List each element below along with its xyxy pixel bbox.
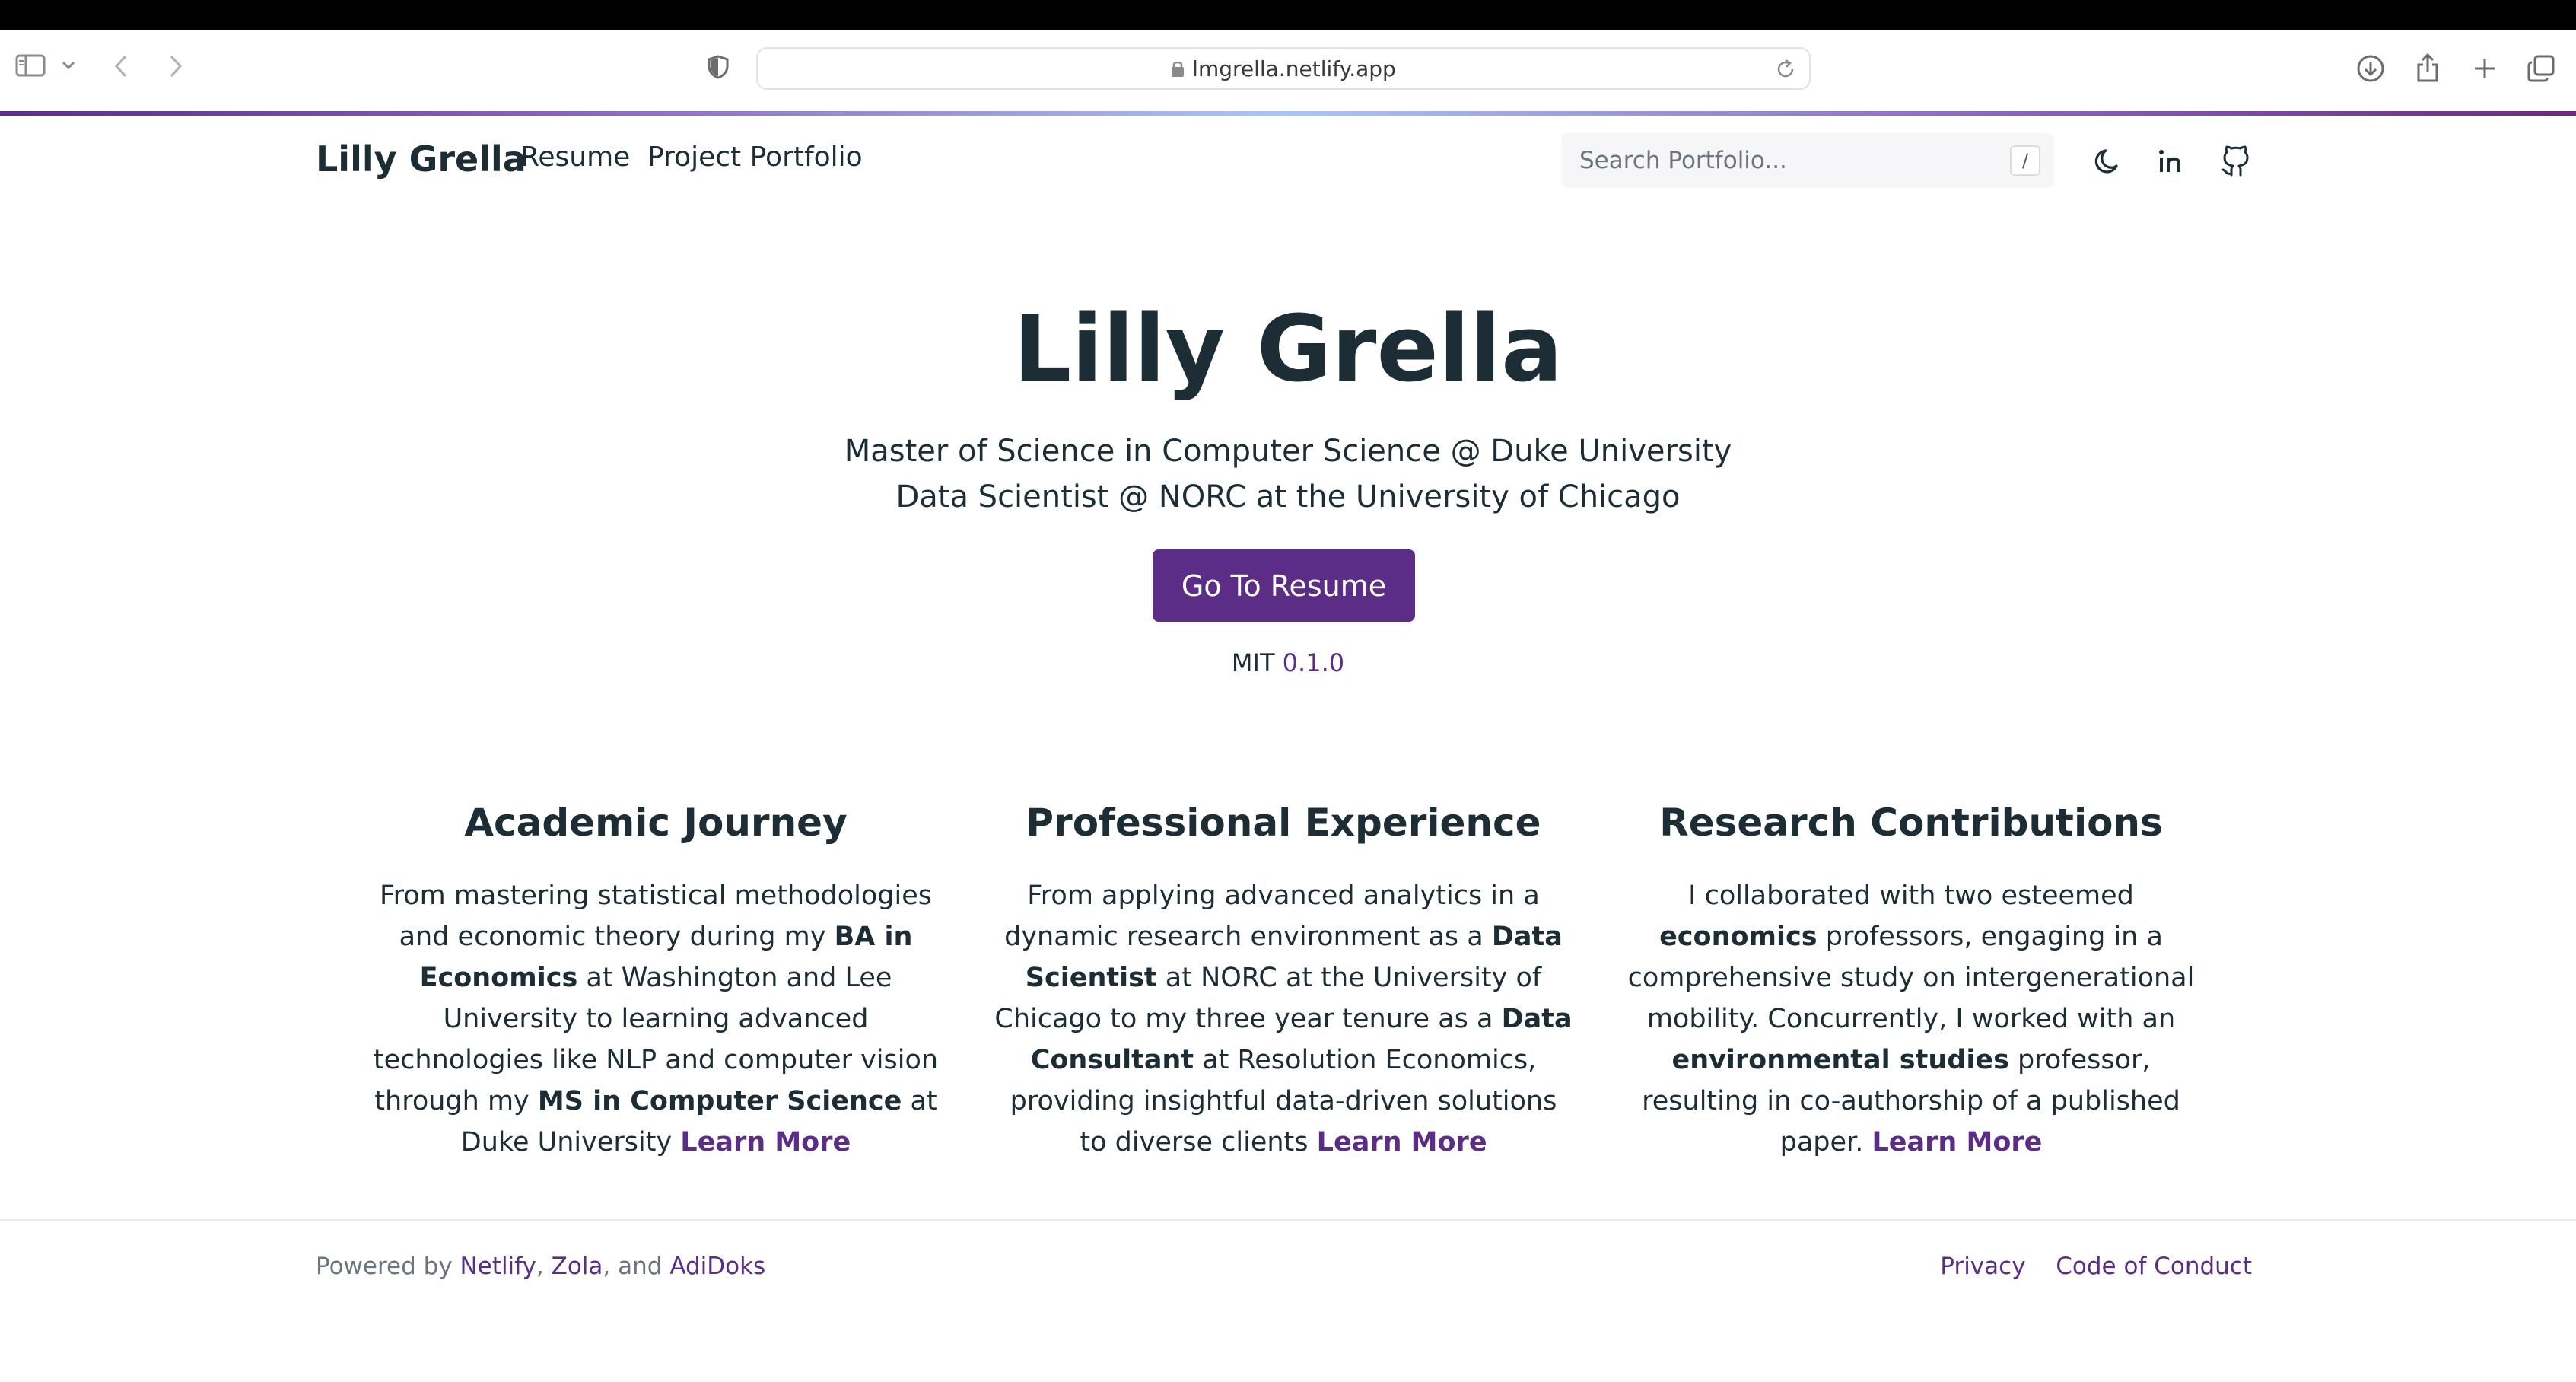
feature-title: Academic Journey bbox=[464, 801, 848, 845]
share-icon[interactable] bbox=[2413, 52, 2442, 84]
nav-link-portfolio[interactable]: Project Portfolio bbox=[647, 142, 863, 173]
forward-icon[interactable] bbox=[164, 53, 187, 79]
feature-research: Research Contributions I collaborated wi… bbox=[1622, 801, 2200, 1163]
search-shortcut-key: / bbox=[2010, 145, 2040, 176]
hero-title: Lilly Grella bbox=[1013, 297, 1563, 403]
feature-title: Research Contributions bbox=[1659, 801, 2163, 845]
footer-divider bbox=[0, 1219, 2576, 1221]
window-top-bar bbox=[0, 0, 2576, 30]
url-text: lmgrella.netlify.app bbox=[1192, 56, 1396, 81]
feature-text: From mastering statistical methodologies… bbox=[373, 880, 939, 1158]
address-bar[interactable]: lmgrella.netlify.app bbox=[756, 47, 1811, 90]
footer-links: Privacy Code of Conduct bbox=[1940, 1253, 2252, 1280]
lock-icon bbox=[1171, 59, 1185, 78]
feature-text: From applying advanced analytics in a dy… bbox=[994, 880, 1573, 1158]
feature-academic: Academic Journey From mastering statisti… bbox=[367, 801, 945, 1163]
zola-link[interactable]: Zola bbox=[552, 1253, 603, 1280]
learn-more-link[interactable]: Learn More bbox=[1872, 1127, 2042, 1158]
feature-title: Professional Experience bbox=[1026, 801, 1541, 845]
privacy-link[interactable]: Privacy bbox=[1940, 1253, 2025, 1280]
footer-credits: Powered by Netlify, Zola, and AdiDoks bbox=[316, 1253, 766, 1280]
hero-subtitle-job: Data Scientist @ NORC at the University … bbox=[895, 479, 1681, 514]
github-icon[interactable] bbox=[2220, 145, 2252, 181]
learn-more-link[interactable]: Learn More bbox=[1317, 1127, 1487, 1158]
shield-icon[interactable] bbox=[706, 55, 730, 79]
learn-more-link[interactable]: Learn More bbox=[680, 1127, 851, 1158]
netlify-link[interactable]: Netlify bbox=[460, 1253, 536, 1280]
hero-subtitle-degree: Master of Science in Computer Science @ … bbox=[844, 434, 1732, 469]
moon-icon[interactable] bbox=[2094, 146, 2124, 180]
site-brand[interactable]: Lilly Grella bbox=[316, 139, 526, 180]
license-version: MIT 0.1.0 bbox=[0, 648, 2576, 677]
go-to-resume-button[interactable]: Go To Resume bbox=[1153, 549, 1415, 622]
reload-icon[interactable] bbox=[1774, 58, 1797, 81]
license-label: MIT bbox=[1231, 648, 1275, 677]
feature-text: I collaborated with two esteemed economi… bbox=[1627, 880, 2195, 1158]
version-link[interactable]: 0.1.0 bbox=[1283, 648, 1344, 677]
nav-link-resume[interactable]: Resume bbox=[520, 142, 630, 173]
progress-gradient-line bbox=[0, 111, 2576, 116]
chevron-down-icon[interactable] bbox=[61, 59, 76, 72]
tabs-icon[interactable] bbox=[2526, 53, 2556, 84]
search-input[interactable]: Search Portfolio... / bbox=[1561, 133, 2054, 188]
code-of-conduct-link[interactable]: Code of Conduct bbox=[2056, 1253, 2252, 1280]
linkedin-icon[interactable] bbox=[2156, 146, 2186, 180]
new-tab-icon[interactable] bbox=[2471, 55, 2498, 82]
back-icon[interactable] bbox=[110, 53, 132, 79]
sidebar-icon[interactable] bbox=[14, 53, 47, 78]
download-icon[interactable] bbox=[2355, 53, 2386, 84]
search-placeholder: Search Portfolio... bbox=[1579, 147, 1787, 174]
feature-professional: Professional Experience From applying ad… bbox=[994, 801, 1573, 1163]
adidoks-link[interactable]: AdiDoks bbox=[669, 1253, 765, 1280]
